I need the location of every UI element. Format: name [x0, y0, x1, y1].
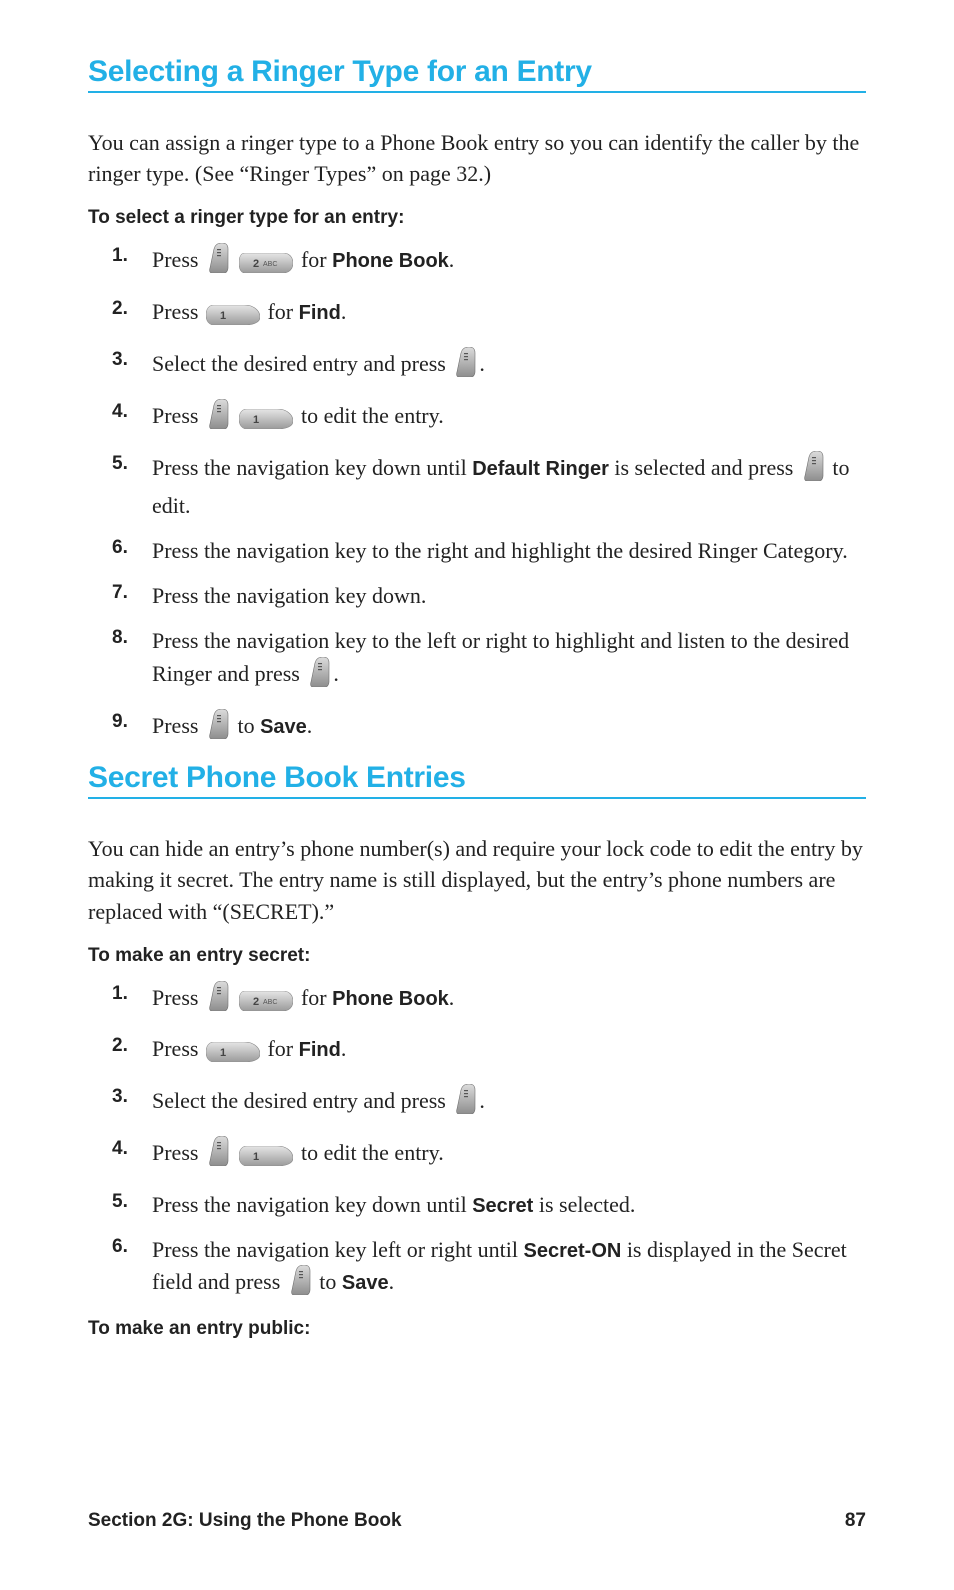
section1-subhead: To select a ringer type for an entry: [88, 207, 866, 229]
section2-steps: Press for Phone Book. Press for Find. Se… [88, 981, 866, 1304]
text: . [307, 713, 313, 738]
text: . [341, 299, 347, 324]
menu-key-icon [206, 243, 230, 281]
step: Press for Phone Book. [152, 981, 866, 1019]
text: to [319, 1269, 336, 1294]
text: Press [152, 403, 198, 428]
step: Press the navigation key to the left or … [152, 625, 866, 694]
text: Press the navigation key down until [152, 1192, 467, 1217]
step: Select the desired entry and press . [152, 1084, 866, 1122]
text: Press [152, 1036, 198, 1061]
text: Select the desired entry and press [152, 351, 446, 376]
section1-intro: You can assign a ringer type to a Phone … [88, 127, 866, 189]
step: Press the navigation key down until Secr… [152, 1189, 866, 1220]
text: . [479, 1088, 485, 1113]
text: for [301, 247, 327, 272]
menu-key-icon [206, 981, 230, 1019]
bold-text: Find [299, 302, 341, 324]
text: Press [152, 985, 198, 1010]
text: for [301, 985, 327, 1010]
text: Press [152, 299, 198, 324]
text: . [333, 661, 339, 686]
section1-steps: Press for Phone Book. Press for Find. Se… [88, 243, 866, 747]
section2-subhead: To make an entry secret: [88, 945, 866, 967]
bold-text: Phone Book [332, 988, 449, 1010]
key-2abc-icon [239, 250, 293, 281]
step: Press to edit the entry. [152, 399, 866, 437]
text: to edit the entry. [301, 403, 444, 428]
text: . [389, 1269, 395, 1294]
key-1-icon [239, 1143, 293, 1174]
page-number: 87 [845, 1510, 866, 1532]
step: Press the navigation key down. [152, 580, 866, 611]
bold-text: Find [299, 1039, 341, 1061]
text: is selected. [539, 1192, 636, 1217]
text: is selected and press [614, 455, 793, 480]
step: Press the navigation key left or right u… [152, 1234, 866, 1304]
text: Press [152, 1140, 198, 1165]
footer-section-label: Section 2G: Using the Phone Book [88, 1510, 402, 1532]
step: Press to edit the entry. [152, 1136, 866, 1174]
bold-text: Save [260, 716, 307, 738]
section-heading-ringer: Selecting a Ringer Type for an Entry [88, 55, 866, 93]
key-1-icon [206, 302, 260, 333]
text: . [449, 247, 455, 272]
step: Press the navigation key down until Defa… [152, 451, 866, 520]
text: for [267, 299, 293, 324]
menu-key-icon [307, 657, 331, 695]
text: . [341, 1036, 347, 1061]
text: . [479, 351, 485, 376]
text: Press the navigation key left or right u… [152, 1237, 518, 1262]
page-footer: Section 2G: Using the Phone Book 87 [88, 1510, 866, 1532]
menu-key-icon [288, 1265, 312, 1303]
text: Press [152, 713, 198, 738]
menu-key-icon [206, 399, 230, 437]
bold-text: Phone Book [332, 250, 449, 272]
text: Press the navigation key to the left or … [152, 628, 849, 685]
step: Press to Save. [152, 709, 866, 747]
step: Select the desired entry and press . [152, 347, 866, 385]
text: Press the navigation key down until [152, 455, 467, 480]
text: . [449, 985, 455, 1010]
bold-text: Save [342, 1272, 389, 1294]
text: to [237, 713, 254, 738]
bold-text: Secret [472, 1195, 533, 1217]
bold-text: Secret-ON [524, 1240, 622, 1262]
text: Press [152, 247, 198, 272]
step: Press for Find. [152, 296, 866, 333]
text: for [267, 1036, 293, 1061]
menu-key-icon [453, 1084, 477, 1122]
section2-intro: You can hide an entry’s phone number(s) … [88, 833, 866, 927]
step: Press for Find. [152, 1033, 866, 1070]
section2-subhead2: To make an entry public: [88, 1318, 866, 1340]
menu-key-icon [206, 709, 230, 747]
key-1-icon [239, 406, 293, 437]
bold-text: Default Ringer [472, 458, 609, 480]
menu-key-icon [801, 451, 825, 489]
text: Select the desired entry and press [152, 1088, 446, 1113]
step: Press for Phone Book. [152, 243, 866, 281]
key-1-icon [206, 1039, 260, 1070]
menu-key-icon [453, 347, 477, 385]
section-heading-secret: Secret Phone Book Entries [88, 761, 866, 799]
text: to edit the entry. [301, 1140, 444, 1165]
menu-key-icon [206, 1136, 230, 1174]
step: Press the navigation key to the right an… [152, 535, 866, 566]
key-2abc-icon [239, 988, 293, 1019]
